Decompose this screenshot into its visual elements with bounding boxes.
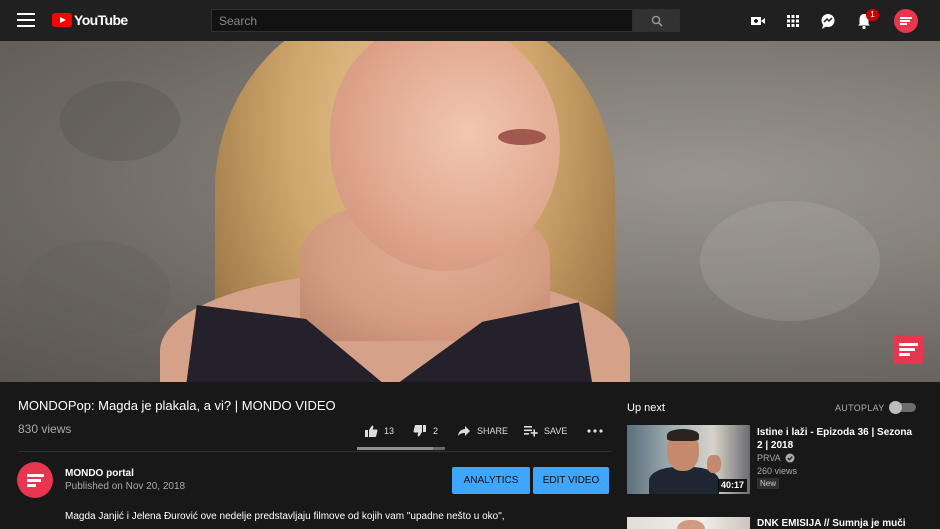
search-button[interactable] — [633, 9, 680, 32]
thumbs-up-icon — [365, 425, 378, 437]
sentiment-bar — [357, 447, 445, 450]
recommended-title[interactable]: DNK EMISIJA // Sumnja je muči — [757, 518, 906, 529]
more-actions-button[interactable] — [587, 423, 609, 439]
save-label: SAVE — [544, 426, 568, 436]
autoplay-toggle-knob — [889, 401, 902, 414]
playlist-add-icon — [524, 426, 538, 437]
divider — [18, 451, 612, 452]
youtube-logo[interactable]: YouTube — [52, 11, 128, 29]
like-count: 13 — [384, 426, 395, 436]
share-label: SHARE — [477, 426, 509, 436]
video-player[interactable] — [0, 41, 940, 382]
verified-icon — [785, 453, 795, 463]
save-button[interactable]: SAVE — [524, 423, 567, 439]
recommended-views: 260 views — [757, 466, 798, 476]
recommended-thumbnail[interactable] — [627, 517, 750, 529]
logo-text: YouTube — [74, 12, 128, 28]
more-icon — [587, 429, 603, 433]
channel-watermark[interactable] — [894, 335, 923, 364]
notification-badge: 1 — [866, 9, 879, 21]
up-next-heading: Up next — [627, 402, 665, 414]
create-video-icon[interactable] — [749, 12, 767, 30]
share-icon — [458, 426, 470, 436]
top-bar: YouTube 1 — [0, 0, 940, 41]
video-title: MONDOPop: Magda je plakala, a vi? | MOND… — [18, 398, 336, 413]
view-count: 830 views — [18, 422, 72, 436]
autoplay-toggle[interactable] — [889, 401, 916, 414]
like-button[interactable]: 13 — [364, 423, 394, 439]
channel-avatar[interactable] — [17, 462, 53, 498]
share-button[interactable]: SHARE — [457, 423, 508, 439]
recommended-channel[interactable]: PRVA — [757, 453, 795, 463]
video-frame-mouth — [498, 129, 546, 145]
analytics-button[interactable]: ANALYTICS — [452, 467, 530, 494]
publish-date: Published on Nov 20, 2018 — [65, 481, 186, 492]
edit-video-button[interactable]: EDIT VIDEO — [533, 467, 609, 494]
dislike-count: 2 — [433, 426, 439, 436]
video-duration: 40:17 — [718, 479, 748, 492]
search-input[interactable] — [211, 9, 633, 32]
messages-icon[interactable] — [819, 12, 837, 30]
video-description: Magda Janjić i Jelena Đurović ove nedelj… — [65, 511, 505, 522]
new-badge: New — [757, 478, 780, 489]
recommended-channel-name: PRVA — [757, 453, 781, 463]
menu-icon[interactable] — [17, 13, 35, 27]
search-icon — [651, 15, 663, 27]
autoplay-label: AUTOPLAY — [835, 403, 885, 413]
channel-name[interactable]: MONDO portal — [65, 468, 134, 479]
dislike-button[interactable]: 2 — [413, 423, 438, 439]
recommended-title[interactable]: Istine i laži - Epizoda 36 | Sezona 2 | … — [757, 426, 917, 452]
youtube-play-icon — [52, 13, 72, 27]
apps-icon[interactable] — [784, 12, 802, 30]
account-avatar[interactable] — [894, 9, 918, 33]
thumbs-down-icon — [413, 425, 426, 437]
sentiment-bar-fill — [357, 447, 434, 450]
